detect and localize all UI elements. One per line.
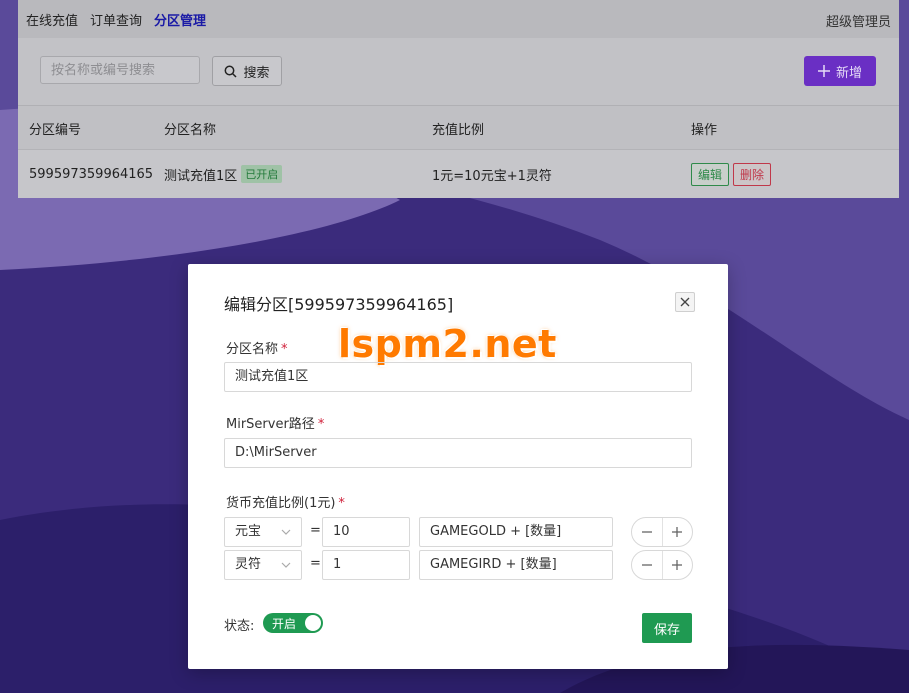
plus-icon (672, 560, 683, 570)
admin-user[interactable]: 超级管理员 (826, 11, 891, 30)
search-input[interactable]: 按名称或编号搜索 (40, 56, 200, 84)
edit-button[interactable]: 编辑 (691, 162, 730, 186)
toolbar: 按名称或编号搜索 搜索 新增 (18, 38, 899, 105)
currency-select-value: 灵符 (235, 557, 262, 572)
amount-input[interactable]: 1 (322, 550, 410, 580)
search-icon (225, 65, 238, 78)
nav-item-zones[interactable]: 分区管理 (154, 10, 206, 29)
delete-button[interactable]: 删除 (733, 162, 772, 186)
nav-item-recharge[interactable]: 在线充值 (26, 10, 78, 29)
add-row-button[interactable] (661, 551, 693, 579)
equals-sign: = (310, 556, 321, 571)
cell-id: 599597359964165 (29, 166, 154, 182)
cell-actions: 编辑 删除 (691, 150, 772, 198)
plus-icon (672, 527, 683, 537)
chevron-down-icon (281, 529, 291, 535)
minus-icon (641, 531, 652, 533)
path-input[interactable]: D:\MirServer (224, 438, 692, 468)
status-toggle[interactable]: 开启 (263, 613, 323, 633)
remove-row-button[interactable] (632, 518, 662, 546)
status-label: 状态: (224, 619, 255, 634)
minus-icon (641, 564, 652, 566)
save-button[interactable]: 保存 (642, 613, 692, 643)
edit-zone-dialog: 编辑分区[599597359964165] lspm2.net 分区名称 * 测试… (188, 264, 728, 669)
ratio-label-text: 货币充值比例(1元) (226, 496, 336, 511)
cell-name: 测试充值1区 已开启 (164, 150, 283, 198)
background-page: 在线充值 订单查询 分区管理 超级管理员 按名称或编号搜索 搜索 新增 分区编号… (18, 0, 899, 198)
status-toggle-label: 开启 (272, 617, 297, 631)
amount-input[interactable]: 10 (322, 517, 410, 547)
currency-select[interactable]: 元宝 (224, 517, 302, 547)
top-nav: 在线充值 订单查询 分区管理 超级管理员 (18, 0, 899, 38)
remove-row-button[interactable] (632, 551, 662, 579)
zone-name-label: 分区名称 * (226, 338, 288, 357)
equals-sign: = (310, 523, 321, 538)
dialog-title: 编辑分区[599597359964165] (224, 295, 454, 314)
column-header-name: 分区名称 (164, 122, 217, 138)
table-header: 分区编号 分区名称 充值比例 操作 (18, 105, 899, 150)
column-header-ratio: 充值比例 (432, 122, 485, 138)
row-stepper (631, 550, 693, 580)
search-button-label: 搜索 (243, 65, 270, 81)
column-header-id: 分区编号 (29, 122, 82, 138)
table-row: 599597359964165 测试充值1区 已开启 1元=10元宝+1灵符 编… (18, 149, 899, 198)
status-badge: 已开启 (241, 165, 283, 183)
zone-name: 测试充值1区 (164, 168, 238, 184)
required-mark: * (317, 417, 325, 432)
path-label-text: MirServer路径 (226, 417, 315, 432)
cell-ratio: 1元=10元宝+1灵符 (432, 168, 552, 184)
add-button-label: 新增 (835, 65, 862, 81)
expression-input[interactable]: GAMEGOLD + [数量] (419, 517, 613, 547)
close-button[interactable] (675, 292, 695, 312)
expression-input[interactable]: GAMEGIRD + [数量] (419, 550, 613, 580)
currency-select[interactable]: 灵符 (224, 550, 302, 580)
rate-row: 元宝 = 10 GAMEGOLD + [数量] (224, 517, 693, 547)
row-stepper (631, 517, 693, 547)
required-mark: * (281, 342, 288, 357)
plus-icon (817, 65, 830, 77)
currency-select-value: 元宝 (235, 524, 262, 539)
zone-name-label-text: 分区名称 (226, 342, 279, 357)
rate-row: 灵符 = 1 GAMEGIRD + [数量] (224, 550, 693, 580)
add-button[interactable]: 新增 (804, 56, 876, 86)
add-row-button[interactable] (661, 518, 693, 546)
toggle-knob (305, 615, 321, 631)
close-icon (680, 297, 690, 307)
required-mark: * (338, 496, 345, 511)
chevron-down-icon (281, 562, 291, 568)
column-header-actions: 操作 (691, 122, 718, 138)
nav-item-orders[interactable]: 订单查询 (90, 10, 142, 29)
zone-name-input[interactable]: 测试充值1区 (224, 362, 692, 392)
search-button[interactable]: 搜索 (212, 56, 282, 86)
path-label: MirServer路径 * (226, 413, 324, 432)
ratio-label: 货币充值比例(1元) * (226, 492, 345, 511)
watermark-text: lspm2.net (338, 322, 557, 366)
